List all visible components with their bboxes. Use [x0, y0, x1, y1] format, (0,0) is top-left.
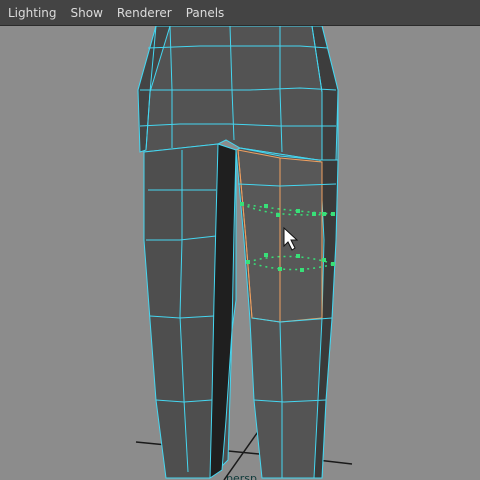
viewport-canvas[interactable]: persp	[0, 26, 480, 480]
panel-menubar: Lighting Show Renderer Panels	[0, 0, 480, 26]
menu-panels[interactable]: Panels	[178, 0, 231, 26]
menu-renderer[interactable]: Renderer	[109, 0, 178, 26]
3d-viewport[interactable]: persp	[0, 26, 480, 480]
maya-viewport-window: Lighting Show Renderer Panels persp	[0, 0, 480, 480]
mesh-body[interactable]	[137, 26, 339, 479]
menu-lighting[interactable]: Lighting	[0, 0, 63, 26]
menu-show[interactable]: Show	[63, 0, 109, 26]
camera-label: persp	[226, 472, 257, 480]
